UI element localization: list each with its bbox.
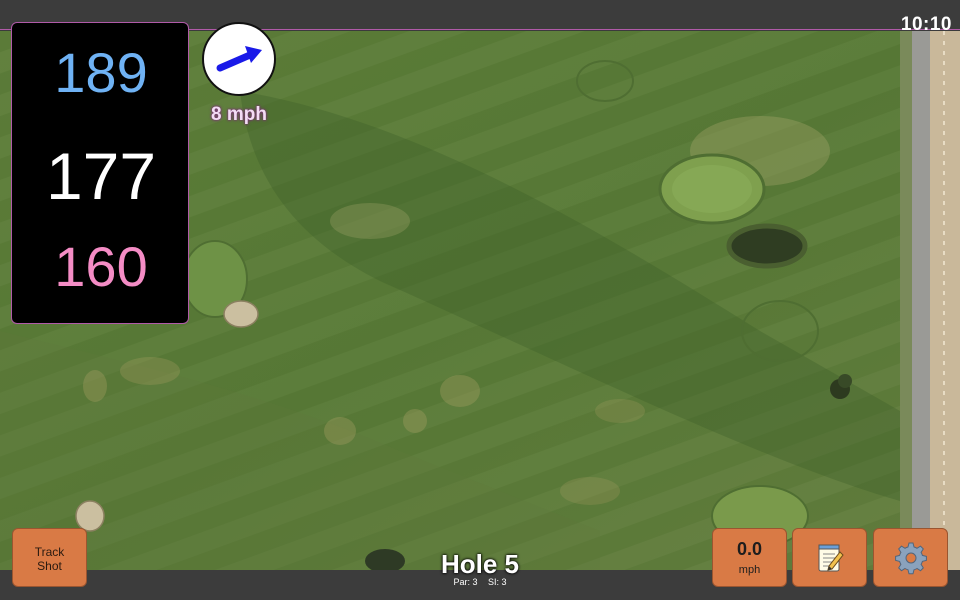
hole-par: Par: 3 [453, 577, 478, 587]
track-shot-label-line1: Track [34, 545, 65, 559]
wind-speed-value: 0.0 [736, 539, 763, 559]
track-shot-label-line2: Shot [37, 559, 62, 573]
wind-speed-label: 8 mph [211, 104, 267, 125]
hole-par-si: Par: 3 SI: 3 [400, 577, 560, 587]
hole-stroke-index: SI: 3 [488, 577, 507, 587]
settings-button[interactable] [873, 528, 948, 587]
notepad-icon [818, 544, 844, 571]
wind-speed-unit: mph [738, 564, 761, 576]
wind-speed-button[interactable]: 0.0 mph [712, 528, 787, 587]
back-distance: 189 [54, 41, 148, 104]
front-distance: 160 [54, 235, 148, 298]
wind-direction-arrow-icon [216, 46, 262, 72]
track-shot-button[interactable]: Track Shot [12, 528, 87, 587]
hole-title: Hole 5 [440, 549, 520, 579]
gear-icon [894, 542, 927, 574]
notes-button[interactable] [792, 528, 867, 587]
distance-panel: 189 177 160 [11, 22, 189, 324]
wind-direction-dial [202, 22, 276, 96]
golf-gps-screen: 10:10 189 177 160 8 mph Track Shot Hole … [0, 0, 960, 600]
center-distance: 177 [45, 139, 157, 213]
